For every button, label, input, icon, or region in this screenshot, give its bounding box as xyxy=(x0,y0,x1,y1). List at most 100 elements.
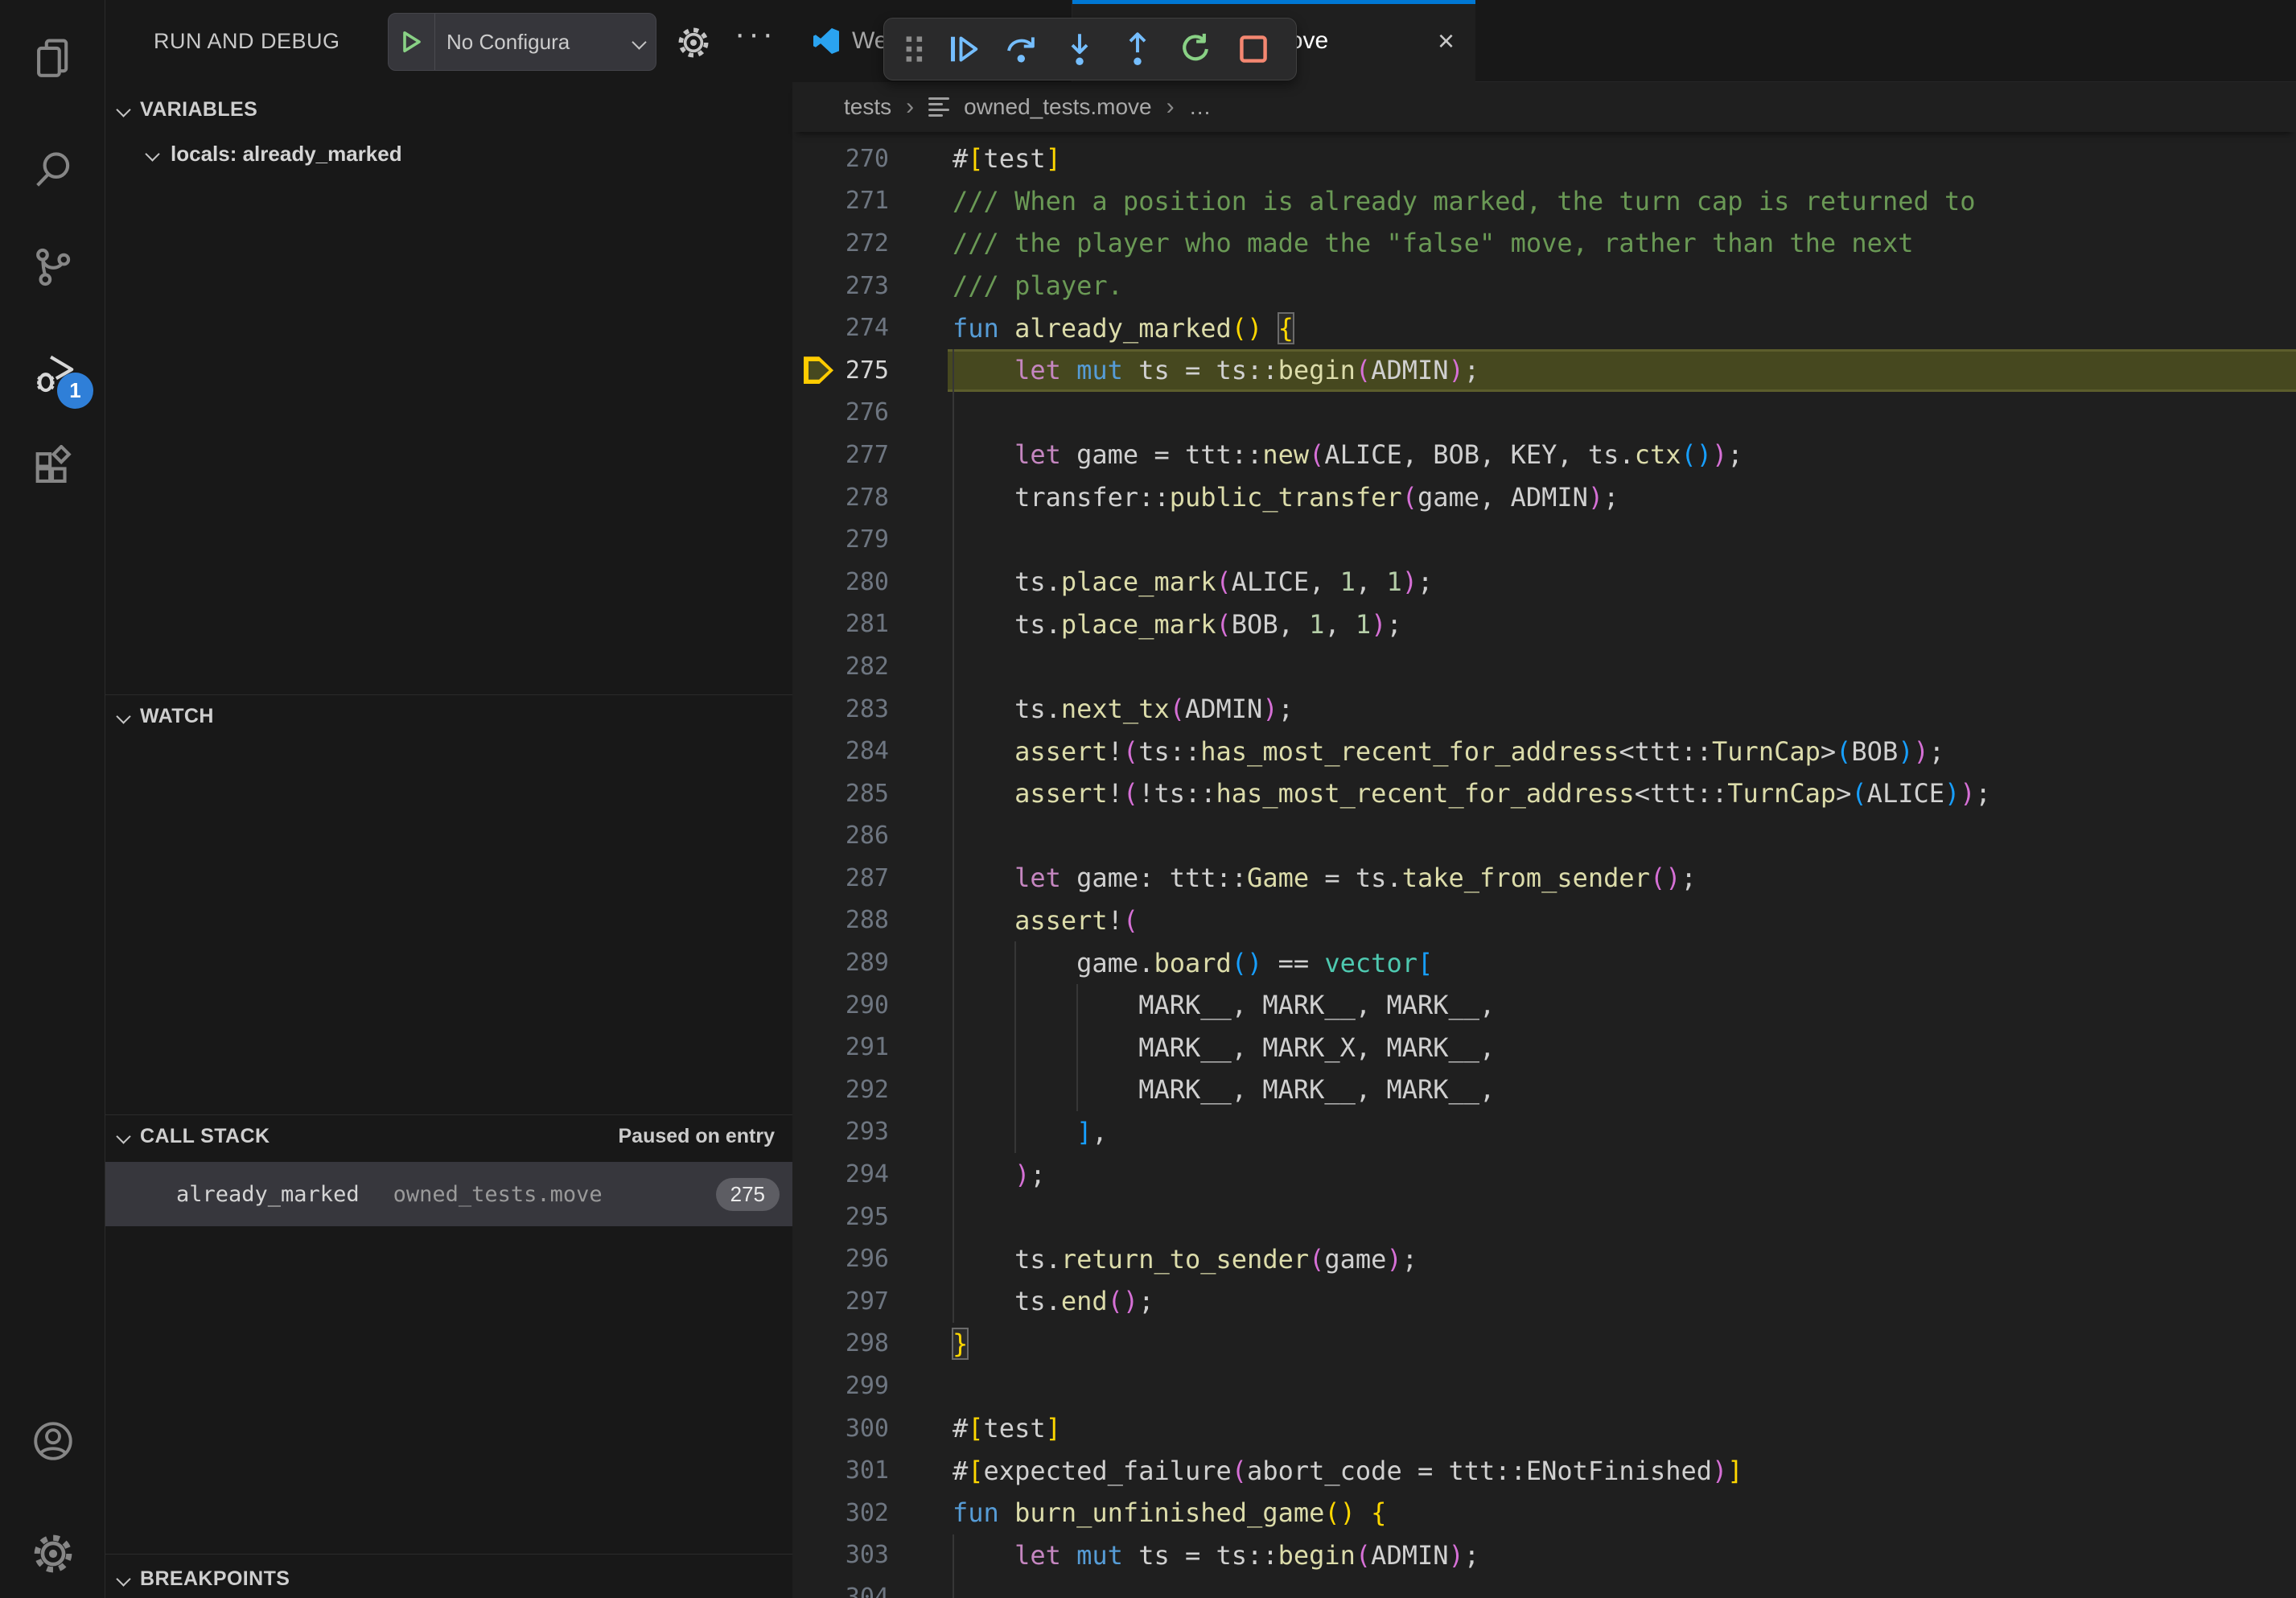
gutter[interactable]: 304 xyxy=(792,1576,948,1598)
step-over-button[interactable] xyxy=(997,24,1047,74)
line-number[interactable]: 302 xyxy=(846,1499,889,1527)
code-line[interactable]: 280 ts.place_mark(ALICE, 1, 1); xyxy=(792,561,2296,603)
code-line-content[interactable] xyxy=(948,645,2296,688)
code-line[interactable]: 295 xyxy=(792,1196,2296,1238)
code-line-content[interactable]: MARK__, MARK_X, MARK__, xyxy=(948,1026,2296,1069)
line-number[interactable]: 282 xyxy=(846,653,889,681)
gutter[interactable]: 278 xyxy=(792,476,948,519)
code-line[interactable]: 298} xyxy=(792,1323,2296,1365)
code-line[interactable]: 274fun already_marked() { xyxy=(792,307,2296,349)
line-number[interactable]: 303 xyxy=(846,1541,889,1569)
line-number[interactable]: 286 xyxy=(846,822,889,850)
code-line[interactable]: 286 xyxy=(792,815,2296,858)
code-line-content[interactable]: /// player. xyxy=(948,265,2296,307)
code-line[interactable]: 271/// When a position is already marked… xyxy=(792,180,2296,223)
code-line[interactable]: 299 xyxy=(792,1365,2296,1407)
gutter[interactable]: 273 xyxy=(792,265,948,307)
gutter[interactable]: 297 xyxy=(792,1280,948,1323)
code-line[interactable]: 294 ); xyxy=(792,1153,2296,1196)
code-line[interactable]: 292 MARK__, MARK__, MARK__, xyxy=(792,1069,2296,1111)
line-number[interactable]: 294 xyxy=(846,1160,889,1188)
continue-button[interactable] xyxy=(939,24,989,74)
gutter[interactable]: 282 xyxy=(792,645,948,688)
code-line[interactable]: 282 xyxy=(792,645,2296,688)
code-line[interactable]: 302fun burn_unfinished_game() { xyxy=(792,1492,2296,1534)
code-line-content[interactable] xyxy=(948,1576,2296,1598)
code-line[interactable]: 301#[expected_failure(abort_code = ttt::… xyxy=(792,1449,2296,1492)
gutter[interactable]: 289 xyxy=(792,941,948,984)
code-line[interactable]: 272/// the player who made the "false" m… xyxy=(792,222,2296,265)
line-number[interactable]: 279 xyxy=(846,525,889,554)
watch-section-header[interactable]: WATCH xyxy=(118,705,214,728)
gutter[interactable]: 277 xyxy=(792,434,948,476)
gutter[interactable]: 295 xyxy=(792,1196,948,1238)
code-line[interactable]: 270#[test] xyxy=(792,138,2296,180)
explorer-icon[interactable] xyxy=(30,35,76,82)
code-line-content[interactable]: fun already_marked() { xyxy=(948,307,2296,349)
line-number[interactable]: 278 xyxy=(846,484,889,512)
gutter[interactable]: 270 xyxy=(792,138,948,180)
account-icon[interactable] xyxy=(30,1418,76,1464)
extensions-icon[interactable] xyxy=(30,445,76,492)
gutter[interactable]: 296 xyxy=(792,1238,948,1280)
code-line[interactable]: 283 ts.next_tx(ADMIN); xyxy=(792,688,2296,731)
code-line-content[interactable]: ts.return_to_sender(game); xyxy=(948,1238,2296,1280)
gutter[interactable]: 279 xyxy=(792,518,948,561)
line-number[interactable]: 301 xyxy=(846,1456,889,1485)
gutter[interactable]: 299 xyxy=(792,1365,948,1407)
code-line-content[interactable]: game.board() == vector[ xyxy=(948,941,2296,984)
debug-config-dropdown[interactable]: No Configura xyxy=(388,13,656,71)
code-line[interactable]: 296 ts.return_to_sender(game); xyxy=(792,1238,2296,1280)
gutter[interactable]: 290 xyxy=(792,984,948,1027)
line-number[interactable]: 290 xyxy=(846,991,889,1019)
code-line[interactable]: 304 xyxy=(792,1576,2296,1598)
source-control-icon[interactable] xyxy=(30,244,76,290)
code-line-content[interactable]: #[test] xyxy=(948,138,2296,180)
code-line[interactable]: 279 xyxy=(792,518,2296,561)
code-line[interactable]: 288 assert!( xyxy=(792,900,2296,942)
call-stack-frame[interactable]: already_markedowned_tests.move275 xyxy=(105,1162,792,1226)
gutter[interactable]: 272 xyxy=(792,222,948,265)
line-number[interactable]: 281 xyxy=(846,610,889,638)
code-line[interactable]: 287 let game: ttt::Game = ts.take_from_s… xyxy=(792,857,2296,900)
code-line-content[interactable]: /// the player who made the "false" move… xyxy=(948,222,2296,265)
code-line-content[interactable]: let mut ts = ts::begin(ADMIN); xyxy=(948,1534,2296,1577)
line-number[interactable]: 304 xyxy=(846,1584,889,1598)
gutter[interactable]: 276 xyxy=(792,392,948,435)
line-number[interactable]: 297 xyxy=(846,1287,889,1316)
code-line-content[interactable]: assert!(!ts::has_most_recent_for_address… xyxy=(948,772,2296,815)
line-number[interactable]: 283 xyxy=(846,695,889,723)
code-line-content[interactable] xyxy=(948,1365,2296,1407)
breadcrumb-item-tests[interactable]: tests xyxy=(844,94,891,120)
code-line-content[interactable]: let game: ttt::Game = ts.take_from_sende… xyxy=(948,857,2296,900)
gutter[interactable]: 287 xyxy=(792,857,948,900)
line-number[interactable]: 293 xyxy=(846,1118,889,1146)
code-line-content[interactable]: MARK__, MARK__, MARK__, xyxy=(948,984,2296,1027)
gutter[interactable]: 280 xyxy=(792,561,948,603)
gutter[interactable]: 275 xyxy=(792,349,948,392)
call-stack-section-header[interactable]: CALL STACK xyxy=(118,1125,270,1148)
code-line-content[interactable]: /// When a position is already marked, t… xyxy=(948,180,2296,223)
line-number[interactable]: 295 xyxy=(846,1203,889,1231)
gutter[interactable]: 294 xyxy=(792,1153,948,1196)
line-number[interactable]: 291 xyxy=(846,1033,889,1061)
code-line-content[interactable]: let game = ttt::new(ALICE, BOB, KEY, ts.… xyxy=(948,434,2296,476)
gutter[interactable]: 283 xyxy=(792,688,948,731)
code-line-content[interactable]: ], xyxy=(948,1111,2296,1154)
settings-gear-icon[interactable] xyxy=(30,1530,76,1577)
line-number[interactable]: 292 xyxy=(846,1076,889,1104)
variables-section-header[interactable]: VARIABLES xyxy=(118,98,257,121)
code-line-content[interactable]: assert!( xyxy=(948,900,2296,942)
stop-button[interactable] xyxy=(1228,24,1278,74)
code-line[interactable]: 276 xyxy=(792,392,2296,435)
line-number[interactable]: 299 xyxy=(846,1372,889,1400)
line-number[interactable]: 288 xyxy=(846,906,889,934)
gutter[interactable]: 293 xyxy=(792,1111,948,1154)
debug-settings-gear-icon[interactable] xyxy=(675,24,712,61)
code-line[interactable]: 273/// player. xyxy=(792,265,2296,307)
code-line-content[interactable]: transfer::public_transfer(game, ADMIN); xyxy=(948,476,2296,519)
line-number[interactable]: 287 xyxy=(846,864,889,892)
code-line[interactable]: 275 let mut ts = ts::begin(ADMIN); xyxy=(792,349,2296,392)
line-number[interactable]: 277 xyxy=(846,441,889,469)
code-line[interactable]: 285 assert!(!ts::has_most_recent_for_add… xyxy=(792,772,2296,815)
